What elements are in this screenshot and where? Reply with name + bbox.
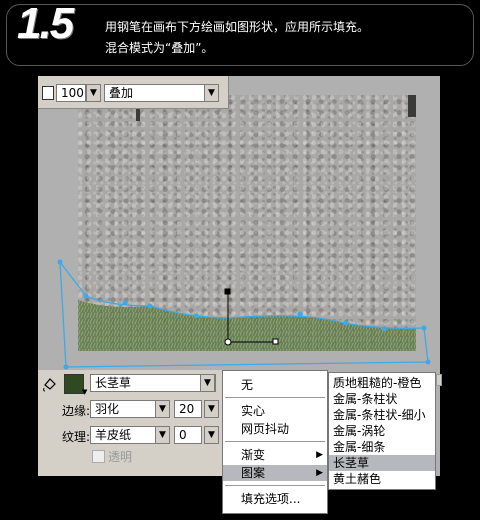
- fill-type-value: 长茎草: [95, 376, 132, 390]
- opacity-input[interactable]: 100: [56, 84, 86, 102]
- fill-type-select[interactable]: 长茎草: [90, 374, 216, 392]
- fill-properties-panel: ▼ 长茎草 ▼ 边缘: 羽化 ▼ 20 ▼ 纹理: 羊皮纸 ▼ 0 ▼ 透明: [38, 370, 224, 476]
- menu-item-solid-label: 实心: [241, 404, 266, 418]
- opacity-icon: [42, 86, 54, 100]
- blend-mode-select[interactable]: 叠加: [104, 84, 218, 102]
- chevron-down-icon: ▼: [90, 88, 97, 98]
- menu-divider: [225, 441, 325, 442]
- texture-label: 纹理:: [62, 430, 91, 444]
- pattern-item-yellow-ochre[interactable]: 黄土赭色: [329, 471, 435, 487]
- chevron-down-icon: ▼: [208, 404, 215, 414]
- texture-dropdown-button[interactable]: ▼: [155, 426, 170, 444]
- chevron-down-icon: ▼: [159, 430, 166, 440]
- texture-amount-dropdown-button[interactable]: ▼: [204, 426, 219, 444]
- pattern-item-rough-orange[interactable]: 质地粗糙的-橙色: [329, 375, 435, 391]
- transparent-checkbox[interactable]: [92, 450, 105, 463]
- submenu-arrow-icon: ▶: [316, 450, 323, 460]
- menu-item-solid[interactable]: 实心: [223, 403, 327, 419]
- menu-divider: [225, 397, 325, 398]
- menu-item-web-dither-label: 网页抖动: [241, 422, 290, 436]
- chevron-down-icon: ▼: [208, 430, 215, 440]
- texture-amount-input[interactable]: 0: [174, 426, 202, 444]
- opacity-dropdown-button[interactable]: ▼: [86, 84, 101, 102]
- fill-type-dropdown-button[interactable]: ▼: [200, 374, 215, 392]
- chevron-down-icon: ▼: [208, 88, 215, 98]
- opacity-blend-bar: 100 ▼ 叠加 ▼: [38, 76, 229, 109]
- menu-item-gradient[interactable]: 渐变 ▶: [223, 447, 327, 463]
- chevron-down-icon: ▼: [159, 404, 166, 414]
- menu-item-pattern[interactable]: 图案 ▶: [223, 465, 327, 481]
- transparent-label: 透明: [108, 450, 133, 464]
- menu-item-web-dither[interactable]: 网页抖动: [223, 421, 327, 437]
- pattern-submenu: 质地粗糙的-橙色 金属-条柱状 金属-条柱状-细小 金属-涡轮 金属-细条 长茎…: [328, 372, 436, 490]
- chevron-down-icon: ▼: [204, 378, 211, 388]
- submenu-arrow-icon: ▶: [316, 468, 323, 478]
- menu-item-pattern-label: 图案: [241, 466, 266, 480]
- menu-item-none-label: 无: [241, 378, 254, 392]
- submenu-scrollbar[interactable]: [436, 374, 442, 386]
- menu-item-none[interactable]: 无: [223, 377, 327, 393]
- menu-divider: [225, 485, 325, 486]
- fill-type-menu: 无 实心 网页抖动 渐变 ▶ 图案 ▶ 填充选项...: [222, 370, 328, 514]
- pattern-item-metal-thin-strip[interactable]: 金属-细条: [329, 439, 435, 455]
- edge-value: 羽化: [95, 402, 120, 416]
- edge-amount-dropdown-button[interactable]: ▼: [204, 400, 219, 418]
- paint-bucket-icon: [43, 378, 56, 392]
- pattern-item-metal-bars-fine[interactable]: 金属-条柱状-细小: [329, 407, 435, 423]
- swatch-dropdown-icon[interactable]: ▼: [82, 388, 87, 396]
- pattern-item-metal-turbine[interactable]: 金属-涡轮: [329, 423, 435, 439]
- pattern-item-metal-bars[interactable]: 金属-条柱状: [329, 391, 435, 407]
- blend-mode-dropdown-button[interactable]: ▼: [204, 84, 219, 102]
- menu-item-fill-options-label: 填充选项...: [241, 492, 301, 506]
- menu-item-fill-options[interactable]: 填充选项...: [223, 491, 327, 507]
- pattern-swatch[interactable]: [64, 374, 84, 394]
- texture-value: 羊皮纸: [95, 428, 132, 442]
- edge-amount-input[interactable]: 20: [174, 400, 202, 418]
- blend-mode-value: 叠加: [109, 86, 134, 100]
- edge-label: 边缘:: [62, 404, 91, 418]
- edge-dropdown-button[interactable]: ▼: [155, 400, 170, 418]
- menu-item-gradient-label: 渐变: [241, 448, 266, 462]
- pattern-item-long-grass[interactable]: 长茎草: [329, 455, 435, 471]
